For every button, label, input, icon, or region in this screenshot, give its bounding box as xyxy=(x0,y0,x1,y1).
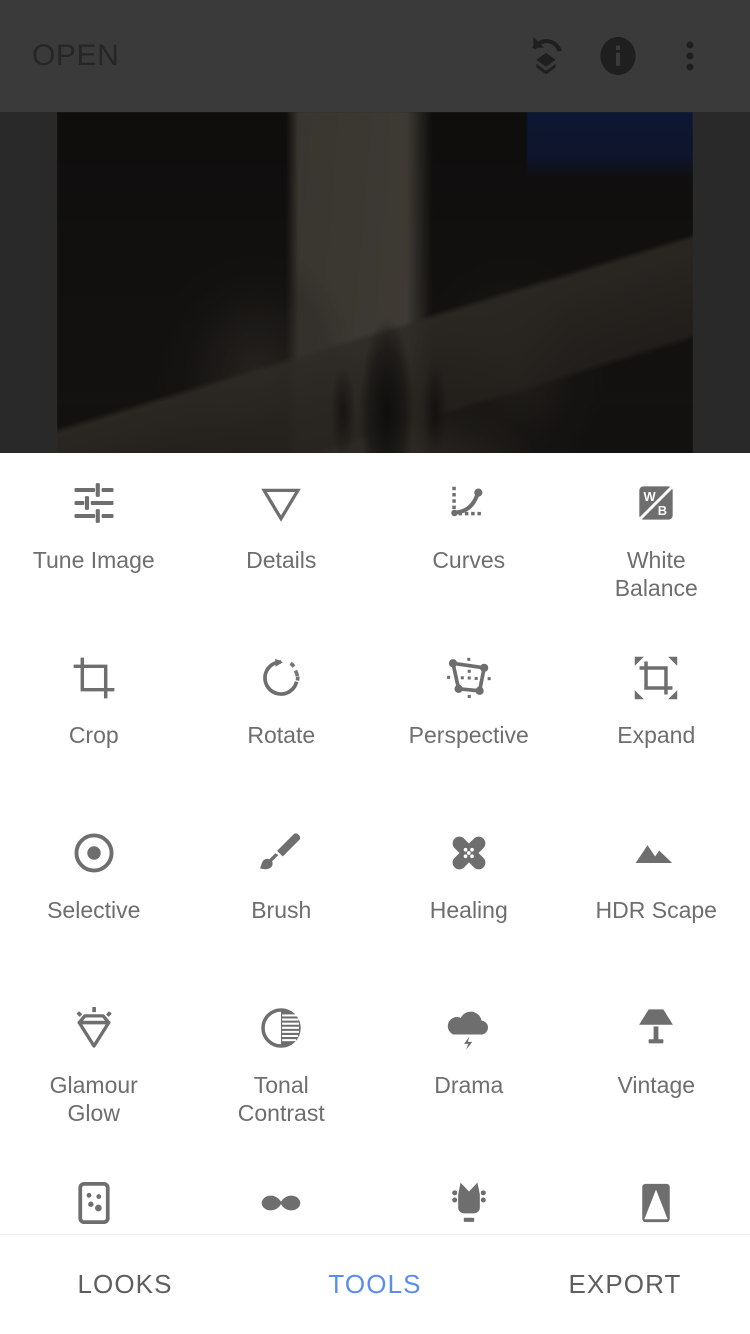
white-balance-icon: W B xyxy=(628,475,684,531)
tool-healing[interactable]: Healing xyxy=(375,803,563,978)
tool-label: Glamour Glow xyxy=(50,1071,138,1127)
tool-grainy-film[interactable] xyxy=(0,1153,188,1234)
tool-curves[interactable]: Curves xyxy=(375,453,563,628)
nav-tab-tools[interactable]: TOOLS xyxy=(250,1269,500,1300)
tool-selective[interactable]: Selective xyxy=(0,803,188,978)
tool-label: Expand xyxy=(617,721,695,749)
brush-icon xyxy=(253,825,309,881)
glamour-glow-icon xyxy=(66,1000,122,1056)
tool-label: Vintage xyxy=(617,1071,695,1099)
tool-label: Crop xyxy=(69,721,119,749)
revert-stack-icon xyxy=(523,33,569,79)
overflow-menu-button[interactable] xyxy=(654,20,726,92)
tool-label: Rotate xyxy=(247,721,315,749)
details-icon xyxy=(253,475,309,531)
healing-icon xyxy=(441,825,497,881)
tool-label: Brush xyxy=(251,896,311,924)
tool-label: Curves xyxy=(432,546,505,574)
hdr-scape-icon xyxy=(628,825,684,881)
tool-tonal-contrast[interactable]: Tonal Contrast xyxy=(188,978,376,1153)
perspective-icon xyxy=(441,650,497,706)
tool-label: Tonal Contrast xyxy=(238,1071,325,1127)
top-bar-actions xyxy=(510,20,726,92)
tool-label: Details xyxy=(246,546,316,574)
double-exposure-icon xyxy=(628,1175,684,1231)
tool-hdr-scape[interactable]: HDR Scape xyxy=(563,803,750,978)
info-icon xyxy=(596,34,640,78)
nav-tab-export[interactable]: EXPORT xyxy=(500,1269,750,1300)
tool-retrolux[interactable] xyxy=(188,1153,376,1234)
expand-icon xyxy=(628,650,684,706)
tools-sheet: Tune Image Details xyxy=(0,453,750,1334)
rotate-icon xyxy=(253,650,309,706)
photo-frame[interactable] xyxy=(57,112,693,453)
tool-glamour-glow[interactable]: Glamour Glow xyxy=(0,978,188,1153)
tool-label: Selective xyxy=(47,896,140,924)
grunge-icon xyxy=(441,1175,497,1231)
tool-perspective[interactable]: Perspective xyxy=(375,628,563,803)
retrolux-icon xyxy=(253,1175,309,1231)
tool-white-balance[interactable]: W B White Balance xyxy=(563,453,750,628)
selective-icon xyxy=(66,825,122,881)
tool-details[interactable]: Details xyxy=(188,453,376,628)
svg-text:B: B xyxy=(658,503,667,518)
tool-label: Tune Image xyxy=(33,546,155,574)
tool-vintage[interactable]: Vintage xyxy=(563,978,750,1153)
bottom-nav: LOOKS TOOLS EXPORT xyxy=(0,1235,750,1334)
tool-crop[interactable]: Crop xyxy=(0,628,188,803)
open-button[interactable]: OPEN xyxy=(32,41,119,71)
svg-text:W: W xyxy=(644,489,657,504)
tonal-contrast-icon xyxy=(253,1000,309,1056)
info-button[interactable] xyxy=(582,20,654,92)
tool-brush[interactable]: Brush xyxy=(188,803,376,978)
drama-icon xyxy=(441,1000,497,1056)
kitten-photo xyxy=(57,112,693,453)
tool-double-exposure[interactable] xyxy=(563,1153,750,1234)
tool-label: White Balance xyxy=(615,546,698,602)
top-app-bar: OPEN xyxy=(0,0,750,112)
tool-label: Drama xyxy=(434,1071,503,1099)
crop-icon xyxy=(66,650,122,706)
curves-icon xyxy=(441,475,497,531)
tool-rotate[interactable]: Rotate xyxy=(188,628,376,803)
nav-tab-looks[interactable]: LOOKS xyxy=(0,1269,250,1300)
tool-grunge[interactable] xyxy=(375,1153,563,1234)
tools-grid: Tune Image Details xyxy=(0,453,750,1234)
tool-expand[interactable]: Expand xyxy=(563,628,750,803)
tool-drama[interactable]: Drama xyxy=(375,978,563,1153)
tool-label: HDR Scape xyxy=(596,896,717,924)
tool-label: Perspective xyxy=(409,721,529,749)
tune-image-icon xyxy=(66,475,122,531)
revert-stack-button[interactable] xyxy=(510,20,582,92)
tool-label: Healing xyxy=(430,896,508,924)
vintage-icon xyxy=(628,1000,684,1056)
tool-tune-image[interactable]: Tune Image xyxy=(0,453,188,628)
overflow-menu-icon xyxy=(670,36,710,76)
grainy-film-icon xyxy=(66,1175,122,1231)
